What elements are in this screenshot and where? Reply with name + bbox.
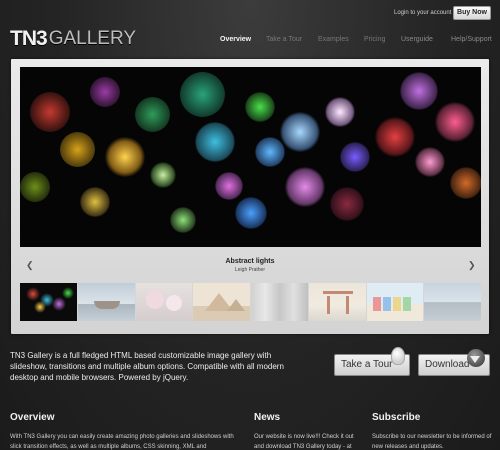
overview-text: With TN3 Gallery you can easily create a…: [10, 434, 234, 450]
nav-pricing[interactable]: Pricing: [364, 36, 385, 43]
thumbnail-beach-huts[interactable]: [366, 283, 424, 321]
nav-examples[interactable]: Examples: [318, 36, 349, 43]
thumbnail-pyramids[interactable]: [193, 283, 250, 321]
thumbnail-landscape[interactable]: [424, 283, 481, 321]
take-a-tour-label: Take a Tour: [341, 359, 393, 370]
login-link[interactable]: Login to your account or: [394, 10, 458, 16]
site-logo[interactable]: TN3 GALLERY: [10, 26, 136, 50]
thumbnail-trees[interactable]: [251, 283, 308, 321]
intro-description: TN3 Gallery is a full fledged HTML based…: [10, 351, 284, 382]
image-caption-title: Abstract lights: [225, 258, 275, 265]
logo-gallery: GALLERY: [48, 28, 136, 49]
news-text: Our website is now live!!! Check it out …: [254, 434, 354, 450]
nav-help-support[interactable]: Help/Support: [451, 36, 492, 43]
thumbnail-abstract-lights[interactable]: [20, 283, 77, 321]
top-bar: Login to your account or Buy Now: [0, 0, 500, 26]
logo-tn3: TN3: [10, 27, 48, 50]
thumbnail-flowers[interactable]: [135, 283, 193, 321]
overview-heading: Overview: [10, 412, 55, 423]
nav-overview[interactable]: Overview: [220, 36, 251, 43]
thumbnail-boat[interactable]: [77, 283, 135, 321]
download-label: Download: [425, 359, 470, 370]
buy-now-button[interactable]: Buy Now: [453, 6, 491, 20]
subscribe-heading: Subscribe: [372, 412, 421, 423]
take-a-tour-button[interactable]: Take a Tour: [334, 347, 410, 376]
nav-take-a-tour[interactable]: Take a Tour: [266, 36, 302, 43]
subscribe-text: Subscribe to our newsletter to be inform…: [372, 434, 492, 450]
thumbnail-strip: [20, 283, 481, 321]
nav-userguide[interactable]: Userguide: [401, 36, 433, 43]
download-arrow-glyph: [470, 356, 480, 363]
main-image-viewer[interactable]: [20, 67, 481, 247]
news-heading: News: [254, 412, 281, 423]
download-button[interactable]: Download: [418, 349, 490, 376]
lightbulb-icon: [391, 347, 405, 365]
image-caption-author: Leigh Prather: [234, 267, 266, 273]
thumbnail-torii-gate[interactable]: [308, 283, 366, 321]
